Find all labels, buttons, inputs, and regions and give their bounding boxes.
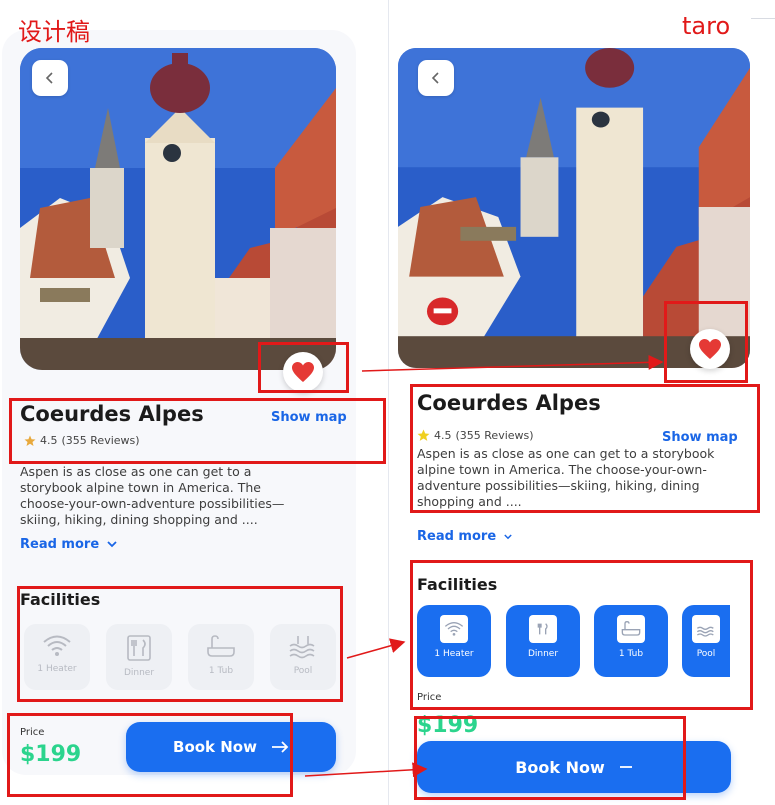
read-more-label: Read more	[20, 537, 100, 552]
annotation-box-title	[9, 398, 386, 464]
annotation-box-facilities	[17, 586, 343, 702]
back-button[interactable]	[32, 60, 68, 96]
read-more-label: Read more	[417, 529, 497, 544]
back-button[interactable]	[418, 60, 454, 96]
annotation-box-price	[7, 713, 293, 797]
hero-photo	[20, 48, 336, 370]
chevron-left-icon	[45, 72, 53, 84]
chevron-down-icon	[504, 533, 512, 539]
annotation-box-favorite	[664, 301, 748, 383]
annotation-box-title	[410, 384, 760, 513]
design-label: 设计稿	[18, 18, 90, 46]
annotation-box-price	[414, 716, 686, 800]
place-description: Aspen is as close as one can get to a st…	[20, 464, 285, 527]
read-more-link[interactable]: Read more	[20, 537, 117, 552]
taro-label: taro	[682, 12, 731, 40]
read-more-link[interactable]: Read more	[417, 529, 512, 544]
annotation-box-facilities	[410, 560, 753, 710]
chevron-left-icon	[431, 72, 439, 84]
chevron-down-icon	[107, 541, 117, 548]
annotation-box-favorite	[258, 342, 349, 393]
